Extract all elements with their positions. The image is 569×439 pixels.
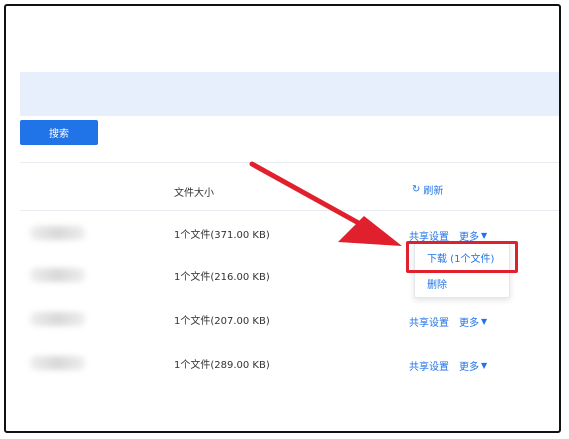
search-button[interactable]: 搜索 xyxy=(20,120,98,145)
blurred-filename xyxy=(30,312,85,326)
refresh-label: 刷新 xyxy=(423,186,444,197)
file-size: 1个文件(216.00 KB) xyxy=(174,272,270,283)
table-row: 1个文件(207.00 KB) 共享设置 更多 ▼ xyxy=(20,298,559,342)
table-header: 文件大小 ↻ 刷新 xyxy=(20,166,559,210)
file-size: 1个文件(207.00 KB) xyxy=(174,316,270,327)
more-label: 更多 xyxy=(459,362,479,373)
more-dropdown[interactable]: 更多 ▼ xyxy=(459,314,487,329)
divider xyxy=(20,162,559,163)
more-dropdown[interactable]: 更多 ▼ xyxy=(459,358,487,373)
share-settings-link[interactable]: 共享设置 xyxy=(409,314,449,329)
refresh-button[interactable]: ↻ 刷新 xyxy=(412,182,443,197)
filter-bar xyxy=(20,72,559,116)
screenshot-frame: 搜索 文件大小 ↻ 刷新 1个文件(371.00 KB) 共享设置 更多 ▼ 1… xyxy=(4,4,561,433)
caret-down-icon: ▼ xyxy=(481,361,488,370)
annotation-highlight-box xyxy=(406,241,518,273)
menu-item-delete[interactable]: 删除 xyxy=(415,271,509,295)
file-size: 1个文件(371.00 KB) xyxy=(174,230,270,241)
caret-down-icon: ▼ xyxy=(481,317,488,326)
blurred-filename xyxy=(30,226,85,240)
divider xyxy=(20,210,559,211)
more-label: 更多 xyxy=(459,318,479,329)
blurred-filename xyxy=(30,268,85,282)
table-row: 1个文件(289.00 KB) 共享设置 更多 ▼ xyxy=(20,342,559,386)
file-size: 1个文件(289.00 KB) xyxy=(174,360,270,371)
blurred-filename xyxy=(30,356,85,370)
column-header-size: 文件大小 xyxy=(174,188,214,199)
caret-down-icon: ▼ xyxy=(481,231,488,240)
share-settings-link[interactable]: 共享设置 xyxy=(409,358,449,373)
refresh-icon: ↻ xyxy=(412,184,421,195)
